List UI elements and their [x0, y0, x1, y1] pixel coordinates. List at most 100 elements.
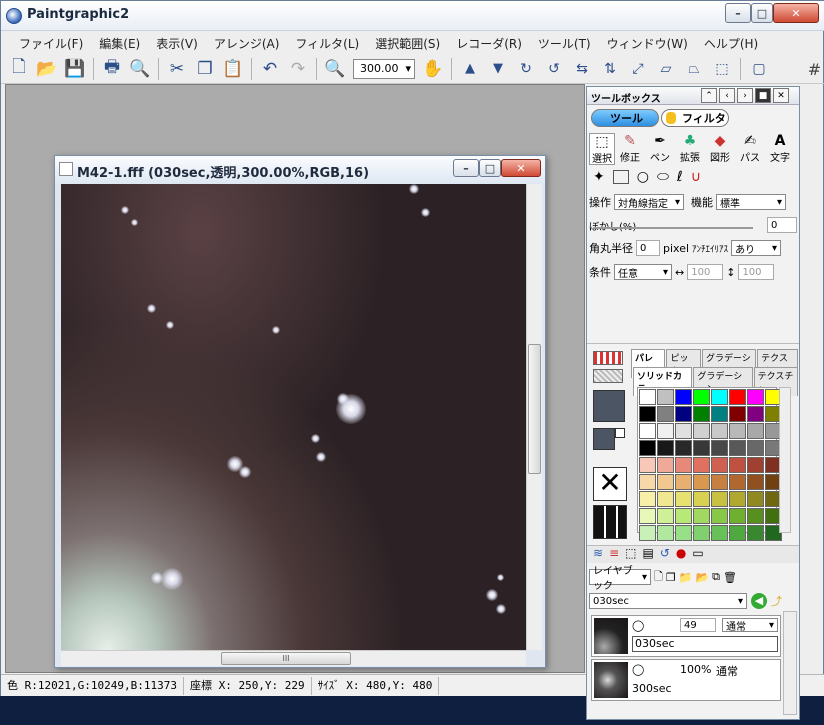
- texture-preview[interactable]: [593, 369, 623, 383]
- go-icon[interactable]: ◀: [751, 593, 767, 609]
- save-icon[interactable]: 💾: [61, 56, 89, 82]
- palette-swatch[interactable]: [747, 457, 764, 473]
- select-all-icon[interactable]: ▢: [745, 56, 773, 82]
- transform-icon[interactable]: ⬚: [708, 56, 736, 82]
- no-color-icon[interactable]: ✕: [593, 467, 627, 501]
- palette-swatch[interactable]: [729, 491, 746, 507]
- lasso-icon[interactable]: ℓ: [677, 169, 683, 185]
- zoom-icon[interactable]: 🔍: [321, 56, 349, 82]
- undo-icon[interactable]: ↶: [256, 56, 284, 82]
- palette-swatch[interactable]: [729, 389, 746, 405]
- menu-arrange[interactable]: アレンジ(A): [206, 35, 288, 52]
- trash-icon[interactable]: 🗑: [723, 571, 737, 584]
- palette-swatch[interactable]: [675, 457, 692, 473]
- category-extend[interactable]: ♣ 拡張: [675, 133, 705, 165]
- menu-tools[interactable]: ツール(T): [530, 35, 599, 52]
- new-file-icon[interactable]: 🗋: [5, 56, 33, 82]
- palette-swatch[interactable]: [693, 389, 710, 405]
- palette-swatch[interactable]: [675, 474, 692, 490]
- merge-icon[interactable]: ⧉: [712, 570, 720, 584]
- move-down-icon[interactable]: ▼: [484, 56, 512, 82]
- doc-minimize-button[interactable]: –: [453, 159, 479, 177]
- print-preview-icon[interactable]: 🔍: [126, 56, 154, 82]
- menu-file[interactable]: ファイル(F): [11, 35, 91, 52]
- height-input[interactable]: 100: [738, 264, 775, 280]
- palette-swatch[interactable]: [675, 389, 692, 405]
- move-up-icon[interactable]: ▲: [456, 56, 484, 82]
- blend-select[interactable]: 通常 ▾: [722, 618, 778, 633]
- palette-swatch[interactable]: [693, 474, 710, 490]
- palette-swatch[interactable]: [675, 491, 692, 507]
- palette-swatch[interactable]: [711, 389, 728, 405]
- new-folder-icon[interactable]: 📁: [679, 571, 693, 584]
- swap-colors-icon[interactable]: [615, 428, 625, 438]
- op-select[interactable]: 対角線指定 ▾: [614, 194, 684, 210]
- ellipse-select-icon[interactable]: ○: [637, 169, 649, 185]
- rect-select-icon[interactable]: [612, 170, 629, 184]
- pattern-icon[interactable]: [593, 505, 627, 539]
- hand-icon[interactable]: ✋: [419, 56, 447, 82]
- func-select[interactable]: 標準 ▾: [716, 194, 786, 210]
- palette-swatch[interactable]: [693, 423, 710, 439]
- palette-swatch[interactable]: [693, 440, 710, 456]
- palette-swatch[interactable]: [747, 474, 764, 490]
- palette-swatch[interactable]: [639, 440, 656, 456]
- palette-swatch[interactable]: [657, 491, 674, 507]
- menu-window[interactable]: ウィンドウ(W): [599, 35, 696, 52]
- vertical-scrollbar[interactable]: [526, 184, 542, 650]
- palette-swatch[interactable]: [639, 525, 656, 541]
- palette-swatch[interactable]: [729, 508, 746, 524]
- palette-swatch[interactable]: [729, 474, 746, 490]
- palette-swatch[interactable]: [711, 406, 728, 422]
- open-folder-icon[interactable]: 📂: [695, 571, 709, 584]
- palette-swatch[interactable]: [675, 525, 692, 541]
- collapse-icon[interactable]: ⌃: [701, 88, 717, 103]
- blur-input[interactable]: 0: [767, 217, 797, 233]
- layer-select[interactable]: 030sec ▾: [589, 593, 747, 609]
- copy-icon[interactable]: ❐: [191, 56, 219, 82]
- rotate-ccw-icon[interactable]: ↺: [540, 56, 568, 82]
- perspective-icon[interactable]: ⏢: [680, 56, 708, 82]
- palette-swatch[interactable]: [747, 440, 764, 456]
- palette-swatch[interactable]: [729, 423, 746, 439]
- palette-swatch[interactable]: [729, 406, 746, 422]
- maximize-button[interactable]: □: [751, 3, 773, 23]
- palette-swatch[interactable]: [675, 423, 692, 439]
- palette-swatch[interactable]: [747, 508, 764, 524]
- prev-icon[interactable]: ‹: [719, 88, 735, 103]
- category-text[interactable]: A 文字: [765, 133, 795, 165]
- radius-input[interactable]: 0: [636, 240, 660, 256]
- palette-swatch[interactable]: [657, 525, 674, 541]
- palette-swatch[interactable]: [639, 406, 656, 422]
- paste-icon[interactable]: 📋: [219, 56, 247, 82]
- flip-h-icon[interactable]: ⇆: [568, 56, 596, 82]
- palette-swatch[interactable]: [747, 389, 764, 405]
- category-pen[interactable]: ✒ ペン: [645, 133, 675, 165]
- magic-wand-icon[interactable]: ✦: [593, 169, 605, 185]
- category-retouch[interactable]: ✎ 修正: [615, 133, 645, 165]
- tab-tool[interactable]: ツール: [591, 109, 659, 127]
- grid-icon[interactable]: #: [804, 54, 824, 84]
- brush-preview[interactable]: [593, 351, 623, 365]
- width-input[interactable]: 100: [687, 264, 724, 280]
- rotate-cw-icon[interactable]: ↻: [512, 56, 540, 82]
- image-canvas[interactable]: [61, 184, 526, 650]
- layer-name[interactable]: 030sec: [632, 636, 778, 652]
- palette-swatch[interactable]: [711, 423, 728, 439]
- menu-recorder[interactable]: レコーダ(R): [448, 35, 530, 52]
- category-path[interactable]: ✍ パス: [735, 133, 765, 165]
- background-color[interactable]: [593, 428, 615, 450]
- layer-row[interactable]: ◯ 49 通常 ▾ 030sec: [591, 615, 781, 657]
- palette-swatch[interactable]: [639, 508, 656, 524]
- tab-filter[interactable]: フィルタ: [661, 109, 729, 127]
- foreground-color[interactable]: [593, 390, 625, 422]
- open-folder-icon[interactable]: 📂: [33, 56, 61, 82]
- up-folder-icon[interactable]: ⤴: [771, 593, 782, 609]
- blur-slider[interactable]: [593, 227, 753, 229]
- visibility-icon[interactable]: ◯: [632, 663, 644, 676]
- cut-icon[interactable]: ✂: [163, 56, 191, 82]
- flip-v-icon[interactable]: ⇅: [596, 56, 624, 82]
- channels-icon[interactable]: ≡: [609, 546, 619, 563]
- menu-selection[interactable]: 選択範囲(S): [367, 35, 448, 52]
- doc-close-button[interactable]: ✕: [501, 159, 541, 177]
